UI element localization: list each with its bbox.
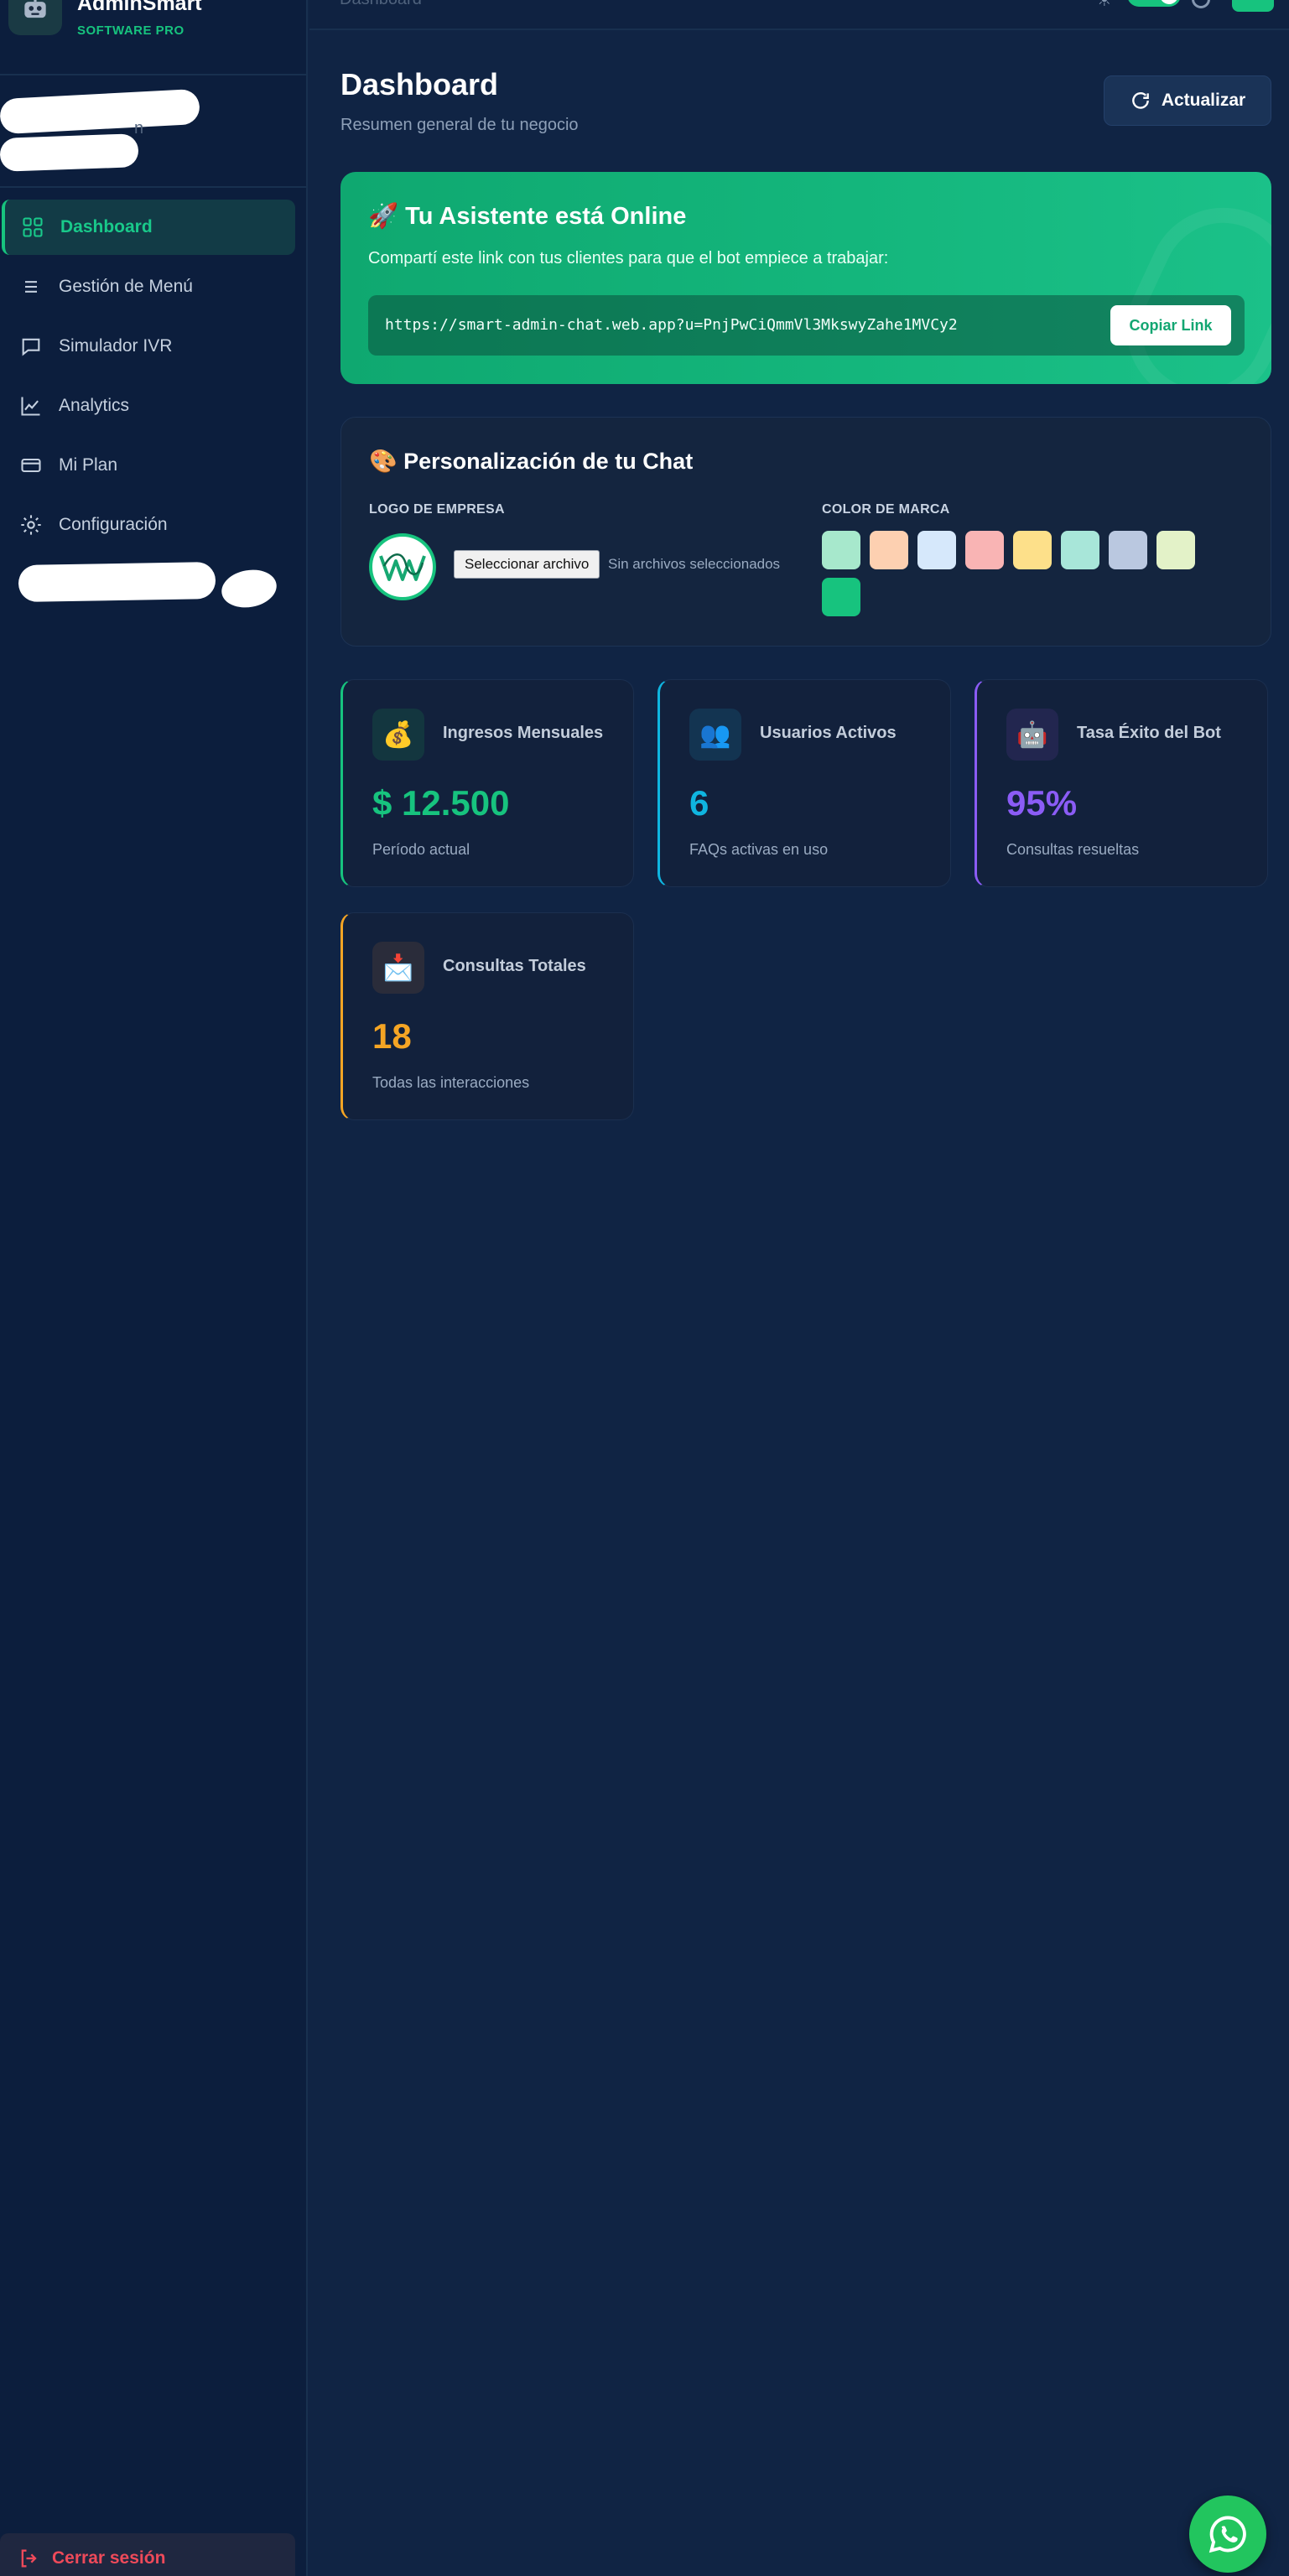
page-title: Dashboard	[340, 67, 499, 101]
sidebar-item-label: Gestión de Menú	[59, 277, 193, 296]
share-link[interactable]: https://smart-admin-chat.web.app?u=PnjPw…	[385, 316, 958, 334]
users-icon: 👥	[689, 709, 741, 761]
sidebar-item-label: Analytics	[59, 396, 130, 415]
color-swatch[interactable]	[1061, 531, 1099, 569]
sun-icon: ☀	[1096, 0, 1115, 9]
stat-card-bot-success: 🤖 Tasa Éxito del Bot 95% Consultas resue…	[975, 679, 1268, 887]
menu-icon	[18, 274, 44, 299]
customization-title: 🎨 Personalización de tu Chat	[369, 449, 694, 474]
whatsapp-button[interactable]	[1189, 2496, 1266, 2573]
color-swatch[interactable]	[870, 531, 908, 569]
color-swatch[interactable]	[1156, 531, 1195, 569]
sidebar-item-label: Dashboard	[60, 217, 153, 236]
color-swatch[interactable]	[965, 531, 1004, 569]
company-logo-image	[379, 553, 426, 581]
copy-link-button[interactable]: Copiar Link	[1110, 305, 1231, 345]
card-icon	[18, 453, 44, 478]
logout-label: Cerrar sesión	[52, 2548, 166, 2568]
user-role: n	[134, 119, 144, 138]
color-swatch[interactable]	[822, 578, 860, 616]
sidebar: AdminSmart SOFTWARE PRO n Dashboard Gest…	[0, 0, 308, 2576]
refresh-label: Actualizar	[1161, 91, 1246, 110]
moon-icon	[1192, 0, 1210, 8]
topbar-title: Dashboard	[340, 0, 422, 9]
redacted-user-email	[0, 133, 139, 172]
sidebar-item-settings[interactable]: Configuración	[2, 497, 295, 553]
redacted-item	[18, 561, 216, 603]
company-logo	[369, 533, 436, 600]
chat-icon	[18, 334, 44, 359]
stat-label: Ingresos Mensuales	[443, 724, 604, 742]
topbar: Dashboard ☀	[309, 0, 1289, 30]
brand-name: AdminSmart	[77, 0, 202, 15]
stat-value: 18	[372, 1016, 412, 1056]
stat-value: $ 12.500	[372, 783, 510, 823]
sidebar-item-dashboard[interactable]: Dashboard	[2, 200, 295, 255]
stat-label: Tasa Éxito del Bot	[1077, 724, 1221, 742]
whatsapp-icon	[1208, 2516, 1246, 2553]
page-subtitle: Resumen general de tu negocio	[340, 116, 579, 134]
color-swatch[interactable]	[822, 531, 860, 569]
grid-icon	[20, 215, 45, 240]
brand-subtitle: SOFTWARE PRO	[77, 23, 185, 38]
stat-subtitle: Todas las interacciones	[372, 1074, 530, 1091]
brand-color-label: COLOR DE MARCA	[822, 502, 950, 517]
color-swatch[interactable]	[1109, 531, 1147, 569]
stat-card-monthly-income: 💰 Ingresos Mensuales $ 12.500 Período ac…	[340, 679, 634, 887]
chat-customization-card: 🎨 Personalización de tu Chat LOGO DE EMP…	[340, 417, 1271, 647]
inbox-icon: 📩	[372, 942, 424, 994]
chart-icon	[18, 393, 44, 418]
user-info: n	[0, 75, 306, 188]
color-swatch[interactable]	[917, 531, 956, 569]
assistant-online-card: 🚀 Tu Asistente está Online Compartí este…	[340, 172, 1271, 384]
theme-toggle[interactable]	[1127, 0, 1181, 7]
stat-label: Consultas Totales	[443, 957, 586, 975]
stat-subtitle: FAQs activas en uso	[689, 841, 829, 858]
file-status: Sin archivos seleccionados	[608, 556, 781, 572]
sidebar-item-label: Mi Plan	[59, 455, 118, 475]
refresh-button[interactable]: Actualizar	[1104, 75, 1271, 126]
stat-value: 6	[689, 783, 709, 823]
logout-icon	[17, 2546, 42, 2571]
logo-label: LOGO DE EMPRESA	[369, 502, 505, 517]
stat-card-total-queries: 📩 Consultas Totales 18 Todas las interac…	[340, 912, 634, 1120]
sidebar-item-analytics[interactable]: Analytics	[2, 378, 295, 434]
divider	[0, 186, 306, 188]
redacted-user-name	[0, 88, 200, 135]
brand: AdminSmart SOFTWARE PRO	[8, 0, 306, 74]
redacted-item	[218, 565, 280, 612]
sidebar-item-label: Simulador IVR	[59, 336, 173, 356]
topbar-action-button[interactable]	[1232, 0, 1274, 12]
stat-label: Usuarios Activos	[760, 724, 897, 742]
color-swatch[interactable]	[1013, 531, 1052, 569]
stat-subtitle: Consultas resueltas	[1006, 841, 1140, 858]
sidebar-item-label: Configuración	[59, 515, 168, 534]
sidebar-item-ivr[interactable]: Simulador IVR	[2, 319, 295, 374]
sidebar-nav: Dashboard Gestión de Menú Simulador IVR …	[0, 200, 295, 557]
robot-icon	[8, 0, 62, 35]
select-file-button[interactable]: Seleccionar archivo	[454, 550, 600, 579]
logout-button[interactable]: Cerrar sesión	[0, 2533, 295, 2576]
stat-card-active-users: 👥 Usuarios Activos 6 FAQs activas en uso	[657, 679, 951, 887]
sidebar-item-plan[interactable]: Mi Plan	[2, 438, 295, 493]
online-title: 🚀 Tu Asistente está Online	[368, 203, 687, 230]
refresh-icon	[1132, 92, 1149, 109]
online-description: Compartí este link con tus clientes para…	[368, 249, 889, 267]
money-bag-icon: 💰	[372, 709, 424, 761]
stat-value: 95%	[1006, 783, 1078, 823]
gear-icon	[18, 512, 44, 538]
stat-subtitle: Período actual	[372, 841, 470, 858]
robot-icon: 🤖	[1006, 709, 1058, 761]
share-link-box: https://smart-admin-chat.web.app?u=PnjPw…	[368, 295, 1245, 356]
sidebar-item-menu[interactable]: Gestión de Menú	[2, 259, 295, 314]
